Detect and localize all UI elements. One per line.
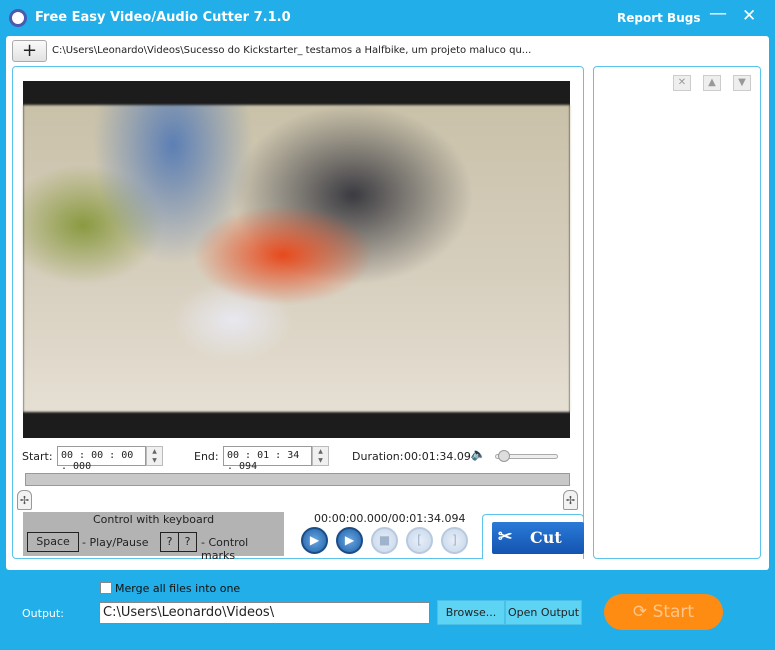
marks-desc: - Control marks [201,536,249,562]
play-selection-button[interactable]: ▶ [336,527,363,554]
output-label: Output: [22,607,64,620]
set-start-mark-button[interactable]: [ [406,527,433,554]
minimize-button[interactable]: — [709,3,727,24]
start-time-spinner[interactable]: ▲ ▼ [146,446,163,466]
close-button[interactable]: ✕ [742,6,756,26]
start-marker-handle[interactable]: ✢ [17,490,32,510]
remove-icon[interactable]: ✕ [673,75,691,91]
stop-button[interactable]: ■ [371,527,398,554]
scissors-icon: ✂ [498,527,513,547]
merge-checkbox[interactable] [100,582,112,594]
duration-label: Duration: [352,450,404,463]
start-label: Start [652,602,695,622]
timeline-track[interactable] [25,473,570,486]
set-end-mark-button[interactable]: ] [441,527,468,554]
title-bar: Free Easy Video/Audio Cutter 7.1.0 Repor… [0,0,775,36]
volume-icon[interactable]: 🔈 [471,447,486,461]
playback-position: 00:00:00.000/00:01:34.094 [314,512,466,525]
add-file-button[interactable]: + [12,40,47,62]
merge-label: Merge all files into one [115,582,241,595]
video-frame [23,105,570,412]
duration-value: 00:01:34.094 [404,450,478,463]
move-down-icon[interactable]: ▼ [733,75,751,91]
start-button[interactable]: ⟳ Start [604,594,723,630]
app-title: Free Easy Video/Audio Cutter 7.1.0 [35,10,291,25]
start-label: Start: [22,450,53,463]
cut-button[interactable]: ✂ Cut [492,522,584,554]
space-key: Space [27,532,79,552]
volume-slider-thumb[interactable] [498,450,510,462]
end-time-spinner[interactable]: ▲ ▼ [312,446,329,466]
keyboard-help: Control with keyboard Space - Play/Pause… [23,512,284,562]
cut-label: Cut [530,528,562,547]
start-time-input[interactable]: 00 : 00 : 00 . 000 [57,446,146,472]
file-list-panel[interactable] [593,66,761,559]
keyboard-help-title: Control with keyboard [92,513,215,526]
app-logo-icon [9,9,27,27]
mark-key-2: ? [178,532,197,552]
refresh-icon: ⟳ [632,602,648,622]
volume-slider[interactable] [495,450,558,462]
file-path: C:\Users\Leonardo\Videos\Sucesso do Kick… [52,45,532,56]
open-output-button[interactable]: Open Output [505,600,582,625]
output-path-input[interactable]: C:\Users\Leonardo\Videos\ [99,602,430,624]
play-button[interactable]: ▶ [301,527,328,554]
browse-button[interactable]: Browse... [437,600,505,625]
report-bugs-link[interactable]: Report Bugs [617,11,700,25]
end-label: End: [194,450,219,463]
mark-key-1: ? [160,532,179,552]
space-key-desc: - Play/Pause [82,536,149,549]
end-time-input[interactable]: 00 : 01 : 34 . 094 [223,446,312,472]
move-up-icon[interactable]: ▲ [703,75,721,91]
end-marker-handle[interactable]: ✢ [563,490,578,510]
